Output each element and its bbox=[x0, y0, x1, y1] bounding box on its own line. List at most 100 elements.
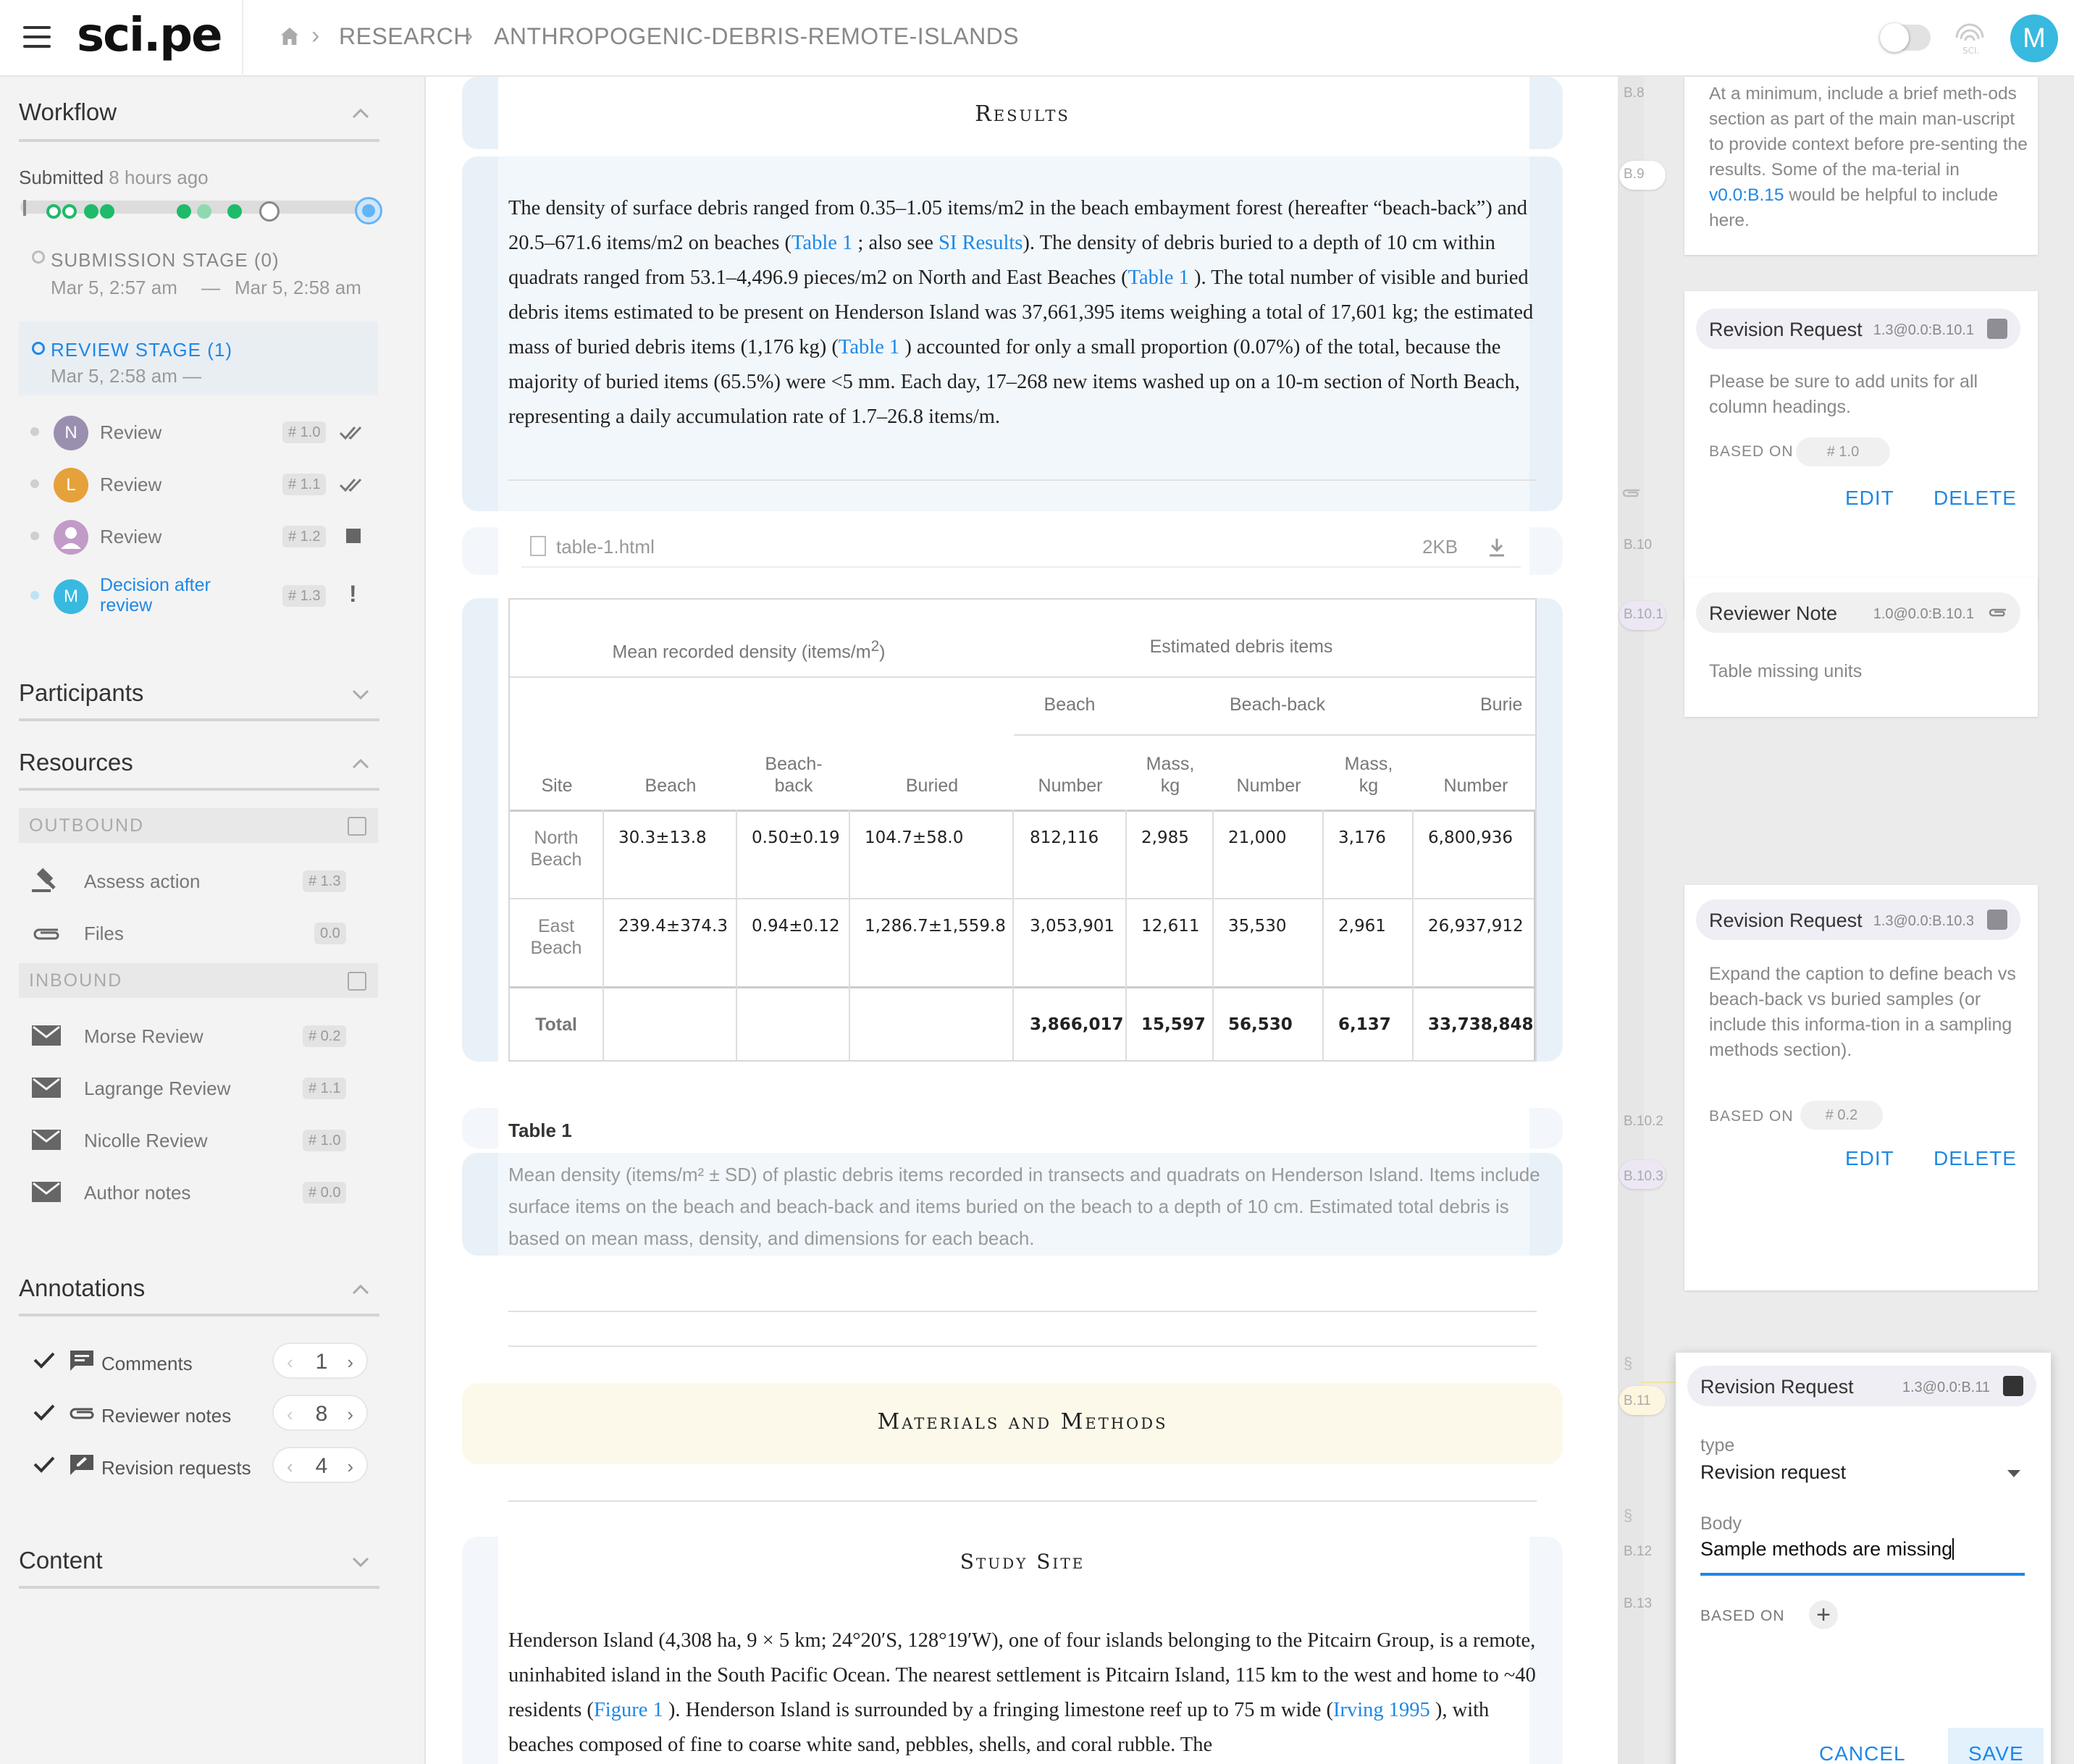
chevron-up-icon[interactable] bbox=[350, 106, 371, 120]
chevron-down-icon[interactable] bbox=[350, 1554, 371, 1568]
file-attachment[interactable]: table-1.html 2KB bbox=[521, 527, 1521, 568]
review-item[interactable]: M Decision after review # 1.3 ! bbox=[0, 566, 426, 624]
next-icon[interactable]: › bbox=[347, 1403, 353, 1426]
check-icon[interactable] bbox=[32, 1350, 56, 1370]
progress-dot[interactable] bbox=[84, 204, 98, 219]
annotation-revision-requests[interactable]: Revision requests ‹ 4 › bbox=[0, 1444, 426, 1487]
block-label[interactable]: B.13 bbox=[1624, 1596, 1652, 1612]
upload-icon[interactable] bbox=[348, 972, 366, 991]
paperclip-icon[interactable] bbox=[1621, 485, 1642, 501]
check-icon[interactable] bbox=[32, 1402, 56, 1422]
dropdown-arrow-icon[interactable] bbox=[2006, 1469, 2022, 1479]
caption-text[interactable]: Mean density (items/m² ± SD) of plastic … bbox=[508, 1159, 1551, 1254]
annotation-pager[interactable]: ‹ 8 › bbox=[272, 1395, 368, 1431]
study-site-paragraph[interactable]: Henderson Island (4,308 ha, 9 × 5 km; 24… bbox=[508, 1624, 1544, 1763]
resource-inbound-item[interactable]: Lagrange Review # 1.1 bbox=[0, 1066, 426, 1109]
revision-request-card[interactable]: Revision Request 1.3@0.0:B.10.1 Please b… bbox=[1684, 291, 2038, 618]
progress-dot[interactable] bbox=[100, 204, 114, 219]
resource-inbound-item[interactable]: Morse Review # 0.2 bbox=[0, 1014, 426, 1057]
version-tag[interactable]: # 1.1 bbox=[303, 1078, 347, 1099]
progress-dot[interactable] bbox=[227, 204, 242, 219]
progress-dot[interactable] bbox=[62, 204, 77, 219]
save-button[interactable]: SAVE bbox=[1948, 1728, 2044, 1764]
resource-inbound-item[interactable]: Nicolle Review # 1.0 bbox=[0, 1118, 426, 1162]
block-label[interactable]: B.8 bbox=[1624, 85, 1645, 101]
block-label[interactable]: B.10.1 bbox=[1624, 607, 1663, 623]
block-label[interactable]: B.10 bbox=[1624, 537, 1652, 553]
version-tag[interactable]: # 0.0 bbox=[303, 1182, 347, 1204]
body-input[interactable]: Sample methods are missing bbox=[1700, 1538, 2025, 1576]
progress-dot[interactable] bbox=[197, 204, 211, 219]
version-tag[interactable]: 0.0 bbox=[314, 923, 346, 944]
edit-button[interactable]: EDIT bbox=[1845, 487, 1894, 510]
version-tag[interactable]: # 1.0 bbox=[303, 1130, 347, 1151]
study-site-heading[interactable]: Study Site bbox=[427, 1550, 1618, 1574]
version-tag[interactable]: # 1.3 bbox=[303, 870, 347, 892]
next-icon[interactable]: › bbox=[347, 1456, 353, 1478]
decision-label[interactable]: Decision after review bbox=[100, 575, 211, 616]
revision-request-card[interactable]: Revision Request 1.3@0.0:B.10.3 Expand t… bbox=[1684, 885, 2038, 1290]
check-icon[interactable] bbox=[32, 1454, 56, 1474]
resources-title[interactable]: Resources bbox=[19, 749, 133, 776]
participants-title[interactable]: Participants bbox=[19, 679, 143, 707]
file-name[interactable]: table-1.html bbox=[556, 536, 655, 558]
user-avatar[interactable]: M bbox=[2010, 14, 2058, 62]
based-on-tag[interactable]: # 1.0 bbox=[1796, 437, 1890, 466]
methods-heading[interactable]: Materials and Methods bbox=[427, 1409, 1618, 1435]
caption-title[interactable]: Table 1 bbox=[508, 1120, 572, 1142]
block-label[interactable]: B.10.2 bbox=[1624, 1114, 1663, 1130]
menu-icon[interactable] bbox=[23, 26, 51, 48]
figure-link[interactable]: Figure 1 bbox=[594, 1699, 663, 1721]
version-tag[interactable]: # 0.2 bbox=[303, 1025, 347, 1047]
annotation-comments[interactable]: Comments ‹ 1 › bbox=[0, 1340, 426, 1383]
annotations-title[interactable]: Annotations bbox=[19, 1274, 145, 1302]
edit-button[interactable]: EDIT bbox=[1845, 1147, 1894, 1170]
breadcrumb-project[interactable]: ANTHROPOGENIC-DEBRIS-REMOTE-ISLANDS bbox=[494, 23, 1019, 50]
version-tag[interactable]: # 1.1 bbox=[282, 474, 327, 495]
review-item[interactable]: N Review # 1.0 bbox=[0, 410, 426, 453]
annotation-reviewer-notes[interactable]: Reviewer notes ‹ 8 › bbox=[0, 1392, 426, 1435]
block-label[interactable]: B.12 bbox=[1624, 1544, 1652, 1560]
breadcrumb-research[interactable]: RESEARCH bbox=[339, 23, 471, 50]
based-on-tag[interactable]: # 0.2 bbox=[1800, 1101, 1883, 1130]
chevron-up-icon[interactable] bbox=[350, 756, 371, 770]
resource-inbound-item[interactable]: Author notes # 0.0 bbox=[0, 1170, 426, 1214]
mode-toggle[interactable] bbox=[1880, 23, 1931, 52]
version-tag[interactable]: # 1.3 bbox=[282, 585, 327, 607]
block-label[interactable]: B.9 bbox=[1624, 167, 1645, 182]
citation-link[interactable]: Irving 1995 bbox=[1333, 1699, 1430, 1721]
results-paragraph[interactable]: The density of surface debris ranged fro… bbox=[508, 191, 1544, 434]
table-link[interactable]: Table 1 bbox=[792, 232, 852, 254]
upload-icon[interactable] bbox=[348, 817, 366, 836]
revision-note-card[interactable]: At a minimum, include a brief meth-ods s… bbox=[1684, 77, 2038, 255]
revision-request-editor[interactable]: Revision Request 1.3@0.0:B.11 type Revis… bbox=[1676, 1353, 2051, 1764]
block-label[interactable]: B.11 bbox=[1624, 1393, 1651, 1409]
annotation-pager[interactable]: ‹ 4 › bbox=[272, 1447, 368, 1483]
version-tag[interactable]: # 1.2 bbox=[282, 526, 327, 547]
chevron-up-icon[interactable] bbox=[350, 1282, 371, 1296]
block-label[interactable]: B.10.3 bbox=[1624, 1169, 1663, 1185]
add-icon[interactable]: + bbox=[1809, 1600, 1838, 1629]
type-select[interactable]: Revision request bbox=[1700, 1461, 1846, 1484]
reference-link[interactable]: v0.0:B.15 bbox=[1709, 185, 1784, 205]
resource-files[interactable]: Files 0.0 bbox=[0, 911, 426, 954]
review-stage-label[interactable]: REVIEW STAGE (1) bbox=[51, 339, 232, 361]
current-step-marker[interactable] bbox=[355, 197, 382, 224]
progress-dot[interactable] bbox=[259, 201, 280, 222]
results-heading[interactable]: Results bbox=[427, 101, 1618, 127]
table-link[interactable]: Table 1 bbox=[1128, 266, 1189, 289]
next-icon[interactable]: › bbox=[347, 1351, 353, 1374]
app-logo[interactable]: sci.pe bbox=[77, 9, 222, 62]
chevron-down-icon[interactable] bbox=[350, 686, 371, 701]
annotation-pager[interactable]: ‹ 1 › bbox=[272, 1343, 368, 1379]
download-icon[interactable] bbox=[1487, 537, 1506, 558]
workflow-title[interactable]: Workflow bbox=[19, 98, 117, 126]
delete-button[interactable]: DELETE bbox=[1934, 1147, 2017, 1170]
submission-stage-label[interactable]: SUBMISSION STAGE (0) bbox=[51, 249, 280, 272]
sci-fingerprint-icon[interactable]: SCI. bbox=[1949, 16, 1990, 56]
home-icon[interactable] bbox=[278, 25, 301, 48]
delete-button[interactable]: DELETE bbox=[1934, 487, 2017, 510]
cancel-button[interactable]: CANCEL bbox=[1819, 1742, 1906, 1764]
progress-dot[interactable] bbox=[177, 204, 191, 219]
review-item[interactable]: L Review # 1.1 bbox=[0, 462, 426, 505]
